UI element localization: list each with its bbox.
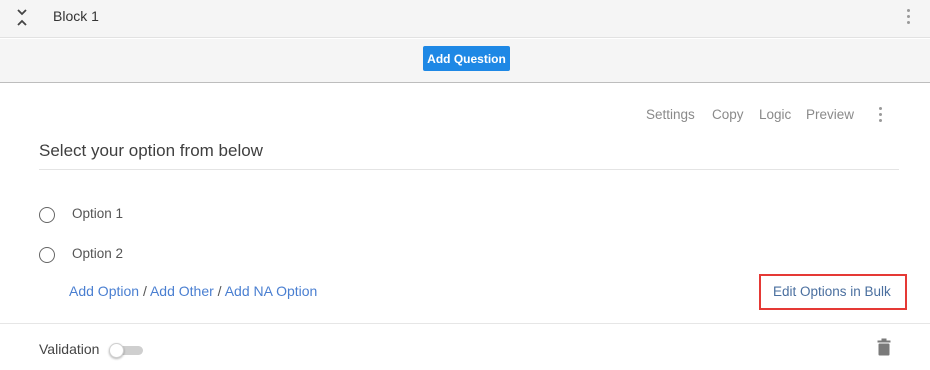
logic-link[interactable]: Logic [759,107,791,122]
title-divider [39,169,899,170]
question-title[interactable]: Select your option from below [39,141,263,161]
copy-link[interactable]: Copy [712,107,744,122]
block-header: Block 1 [0,0,930,38]
block-menu-kebab-icon[interactable] [905,9,911,27]
option-2-radio[interactable] [39,247,55,263]
option-1-radio[interactable] [39,207,55,223]
add-question-band: Add Question [0,39,930,83]
toggle-knob [109,343,124,358]
option-1-label[interactable]: Option 1 [72,206,123,221]
block-title: Block 1 [53,8,99,24]
settings-link[interactable]: Settings [646,107,695,122]
add-option-link[interactable]: Add Option [69,283,139,299]
footer-divider [0,323,930,324]
link-separator: / [213,283,225,299]
add-option-links: Add Option / Add Other / Add NA Option [69,283,317,299]
question-menu-kebab-icon[interactable] [877,107,883,125]
add-question-button[interactable]: Add Question [423,46,510,71]
validation-toggle[interactable] [109,343,143,358]
collapse-icon[interactable] [14,8,30,28]
link-separator: / [139,283,150,299]
trash-icon[interactable] [877,338,891,356]
validation-label: Validation [39,341,100,357]
add-other-link[interactable]: Add Other [150,283,214,299]
option-2-label[interactable]: Option 2 [72,246,123,261]
edit-options-in-bulk-link[interactable]: Edit Options in Bulk [773,284,891,299]
add-na-option-link[interactable]: Add NA Option [225,283,318,299]
preview-link[interactable]: Preview [806,107,854,122]
edit-bulk-highlight-box: Edit Options in Bulk [759,274,907,310]
